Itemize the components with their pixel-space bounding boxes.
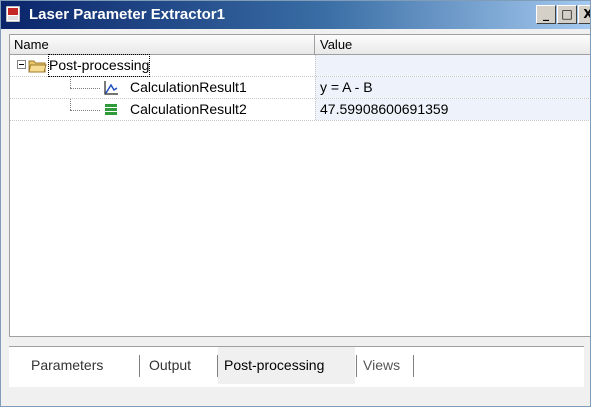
property-grid: Name Value Post-processing CalculationRe… <box>9 34 590 337</box>
window-title: Laser Parameter Extractor1 <box>29 6 225 23</box>
value-cell[interactable]: y = A - B <box>315 77 590 98</box>
name-cell: Post-processing <box>10 54 315 77</box>
tree-row-calculation-result-2[interactable]: CalculationResult2 47.59908600691359 <box>10 99 590 121</box>
tab-views[interactable]: Views <box>357 347 413 384</box>
tree-connector <box>70 77 71 88</box>
tree-item-label[interactable]: CalculationResult1 <box>130 77 247 98</box>
tree-connector <box>70 99 71 110</box>
tree-connector <box>70 110 100 111</box>
minimize-button[interactable]: _ <box>536 5 556 24</box>
tree-row-post-processing[interactable]: Post-processing <box>10 54 590 77</box>
tree-item-label[interactable]: Post-processing <box>47 54 151 77</box>
value-cell[interactable] <box>315 55 590 76</box>
tab-output[interactable]: Output <box>140 347 217 384</box>
data-value-icon <box>105 104 117 115</box>
chart-icon <box>104 81 118 95</box>
value-cell[interactable]: 47.59908600691359 <box>315 99 590 120</box>
laser-parameter-extractor-window: Laser Parameter Extractor1 _ □ X Name Va… <box>0 0 591 407</box>
tree-row-calculation-result-1[interactable]: CalculationResult1 y = A - B <box>10 77 590 99</box>
tab-strip: Parameters Output Post-processing Views <box>9 346 584 387</box>
tab-divider <box>413 355 414 377</box>
collapse-toggle[interactable] <box>17 60 26 69</box>
column-header-name[interactable]: Name <box>10 35 315 55</box>
tree-item-label[interactable]: CalculationResult2 <box>130 99 247 120</box>
name-cell: CalculationResult1 <box>10 77 315 98</box>
close-button[interactable]: X <box>578 5 590 24</box>
name-cell: CalculationResult2 <box>10 99 315 120</box>
app-icon <box>6 6 20 22</box>
title-bar[interactable]: Laser Parameter Extractor1 _ □ X <box>1 1 590 29</box>
folder-open-icon <box>28 60 47 73</box>
tree-connector <box>70 88 100 89</box>
column-header-value[interactable]: Value <box>315 35 590 55</box>
maximize-button[interactable]: □ <box>557 5 577 24</box>
tab-post-processing[interactable]: Post-processing <box>218 347 355 384</box>
tab-parameters[interactable]: Parameters <box>9 347 139 384</box>
